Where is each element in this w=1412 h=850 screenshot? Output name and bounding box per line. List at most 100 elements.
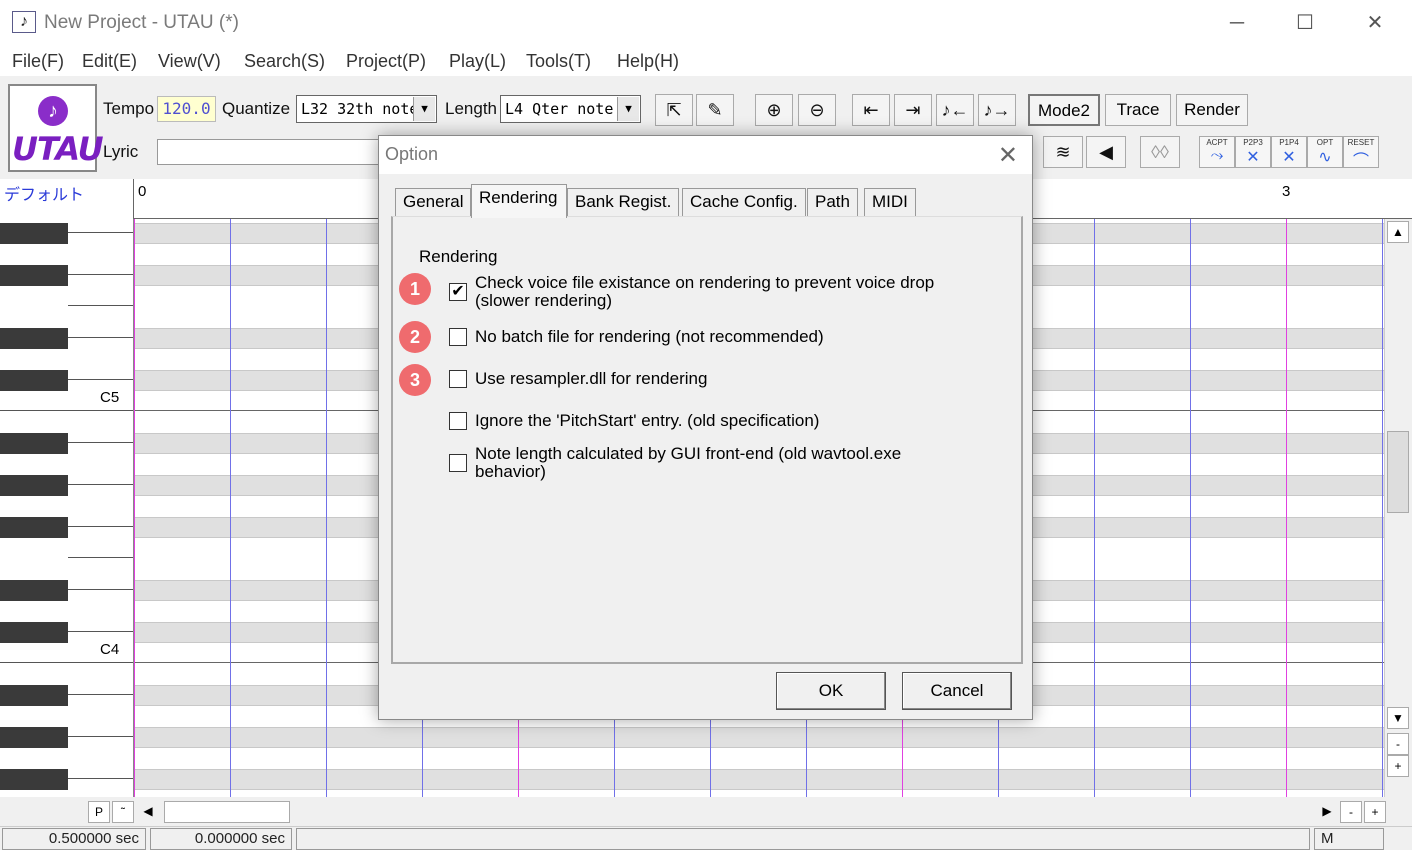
zoom-in-horizontal-button[interactable]: + bbox=[1364, 801, 1386, 823]
black-key[interactable] bbox=[0, 328, 68, 349]
opt-button[interactable]: OPT ∿ bbox=[1307, 136, 1343, 168]
use-resampler-label: Use resampler.dll for rendering bbox=[475, 369, 708, 388]
key-divider bbox=[68, 337, 133, 338]
black-key[interactable] bbox=[0, 475, 68, 496]
black-key[interactable] bbox=[0, 580, 68, 601]
key-divider bbox=[0, 410, 133, 411]
menu-bar: File(F) Edit(E) View(V) Search(S) Projec… bbox=[0, 46, 1412, 76]
vibrato-button[interactable]: ≋ bbox=[1043, 136, 1083, 168]
p1p4-label: P1P4 bbox=[1279, 138, 1299, 147]
menu-search[interactable]: Search(S) bbox=[244, 51, 325, 72]
minimize-button[interactable]: ─ bbox=[1214, 8, 1260, 38]
key-divider bbox=[68, 736, 133, 737]
p1p4-button[interactable]: P1P4 ✕ bbox=[1271, 136, 1307, 168]
tab-bank-regist[interactable]: Bank Regist. bbox=[567, 188, 680, 216]
reset-button[interactable]: RESET ⌒ bbox=[1343, 136, 1379, 170]
tab-rendering[interactable]: Rendering bbox=[471, 184, 567, 218]
speaker-button[interactable]: ◀ bbox=[1086, 136, 1126, 168]
black-key[interactable] bbox=[0, 517, 68, 538]
ok-button[interactable]: OK bbox=[776, 672, 886, 710]
prev-note-button[interactable]: ♪← bbox=[936, 94, 974, 126]
tab-path[interactable]: Path bbox=[807, 188, 858, 216]
key-divider bbox=[68, 305, 133, 306]
key-divider bbox=[68, 274, 133, 275]
black-key[interactable] bbox=[0, 685, 68, 706]
note-length-gui-checkbox[interactable] bbox=[449, 454, 467, 472]
key-label-c5: C5 bbox=[100, 389, 120, 406]
menu-file[interactable]: File(F) bbox=[12, 51, 64, 72]
key-divider bbox=[68, 379, 133, 380]
measure-label: 0 bbox=[138, 183, 147, 200]
lyric-input[interactable] bbox=[157, 139, 382, 165]
scroll-down-icon[interactable]: ▼ bbox=[1387, 707, 1409, 729]
tab-general[interactable]: General bbox=[395, 188, 472, 216]
key-divider bbox=[68, 526, 133, 527]
scroll-left-icon[interactable]: ◀ bbox=[137, 801, 159, 823]
black-key[interactable] bbox=[0, 769, 68, 790]
rendering-tab-panel: Rendering 1 ✔ Check voice file existance… bbox=[391, 216, 1023, 664]
key-label-c4: C4 bbox=[100, 641, 120, 658]
maximize-button[interactable]: ☐ bbox=[1282, 8, 1328, 38]
vertical-scrollbar[interactable]: ▲ ▼ - + bbox=[1384, 219, 1412, 797]
menu-edit[interactable]: Edit(E) bbox=[82, 51, 137, 72]
tab-cache-config[interactable]: Cache Config. bbox=[682, 188, 806, 216]
trace-button[interactable]: Trace bbox=[1105, 94, 1171, 126]
acpt-button[interactable]: ACPT ⤳ bbox=[1199, 136, 1235, 168]
quantize-select[interactable]: L32 32th note ▼ bbox=[296, 95, 437, 123]
zoom-in-button[interactable]: ⊕ bbox=[755, 94, 793, 126]
close-icon[interactable]: ✕ bbox=[998, 141, 1018, 170]
tilde-button[interactable]: ˜ bbox=[112, 801, 134, 823]
check-voice-file-checkbox[interactable]: ✔ bbox=[449, 283, 467, 301]
render-button[interactable]: Render bbox=[1176, 94, 1248, 126]
tab-midi[interactable]: MIDI bbox=[864, 188, 916, 216]
black-key[interactable] bbox=[0, 622, 68, 643]
black-key[interactable] bbox=[0, 223, 68, 244]
zoom-out-vertical-button[interactable]: - bbox=[1387, 733, 1409, 755]
no-batch-file-checkbox[interactable] bbox=[449, 328, 467, 346]
zoom-in-vertical-button[interactable]: + bbox=[1387, 755, 1409, 777]
piano-keys[interactable]: C5 C4 bbox=[0, 219, 134, 797]
close-window-button[interactable]: ✕ bbox=[1352, 8, 1398, 38]
p2p3-button[interactable]: P2P3 ✕ bbox=[1235, 136, 1271, 168]
envelope-button[interactable]: ◊◊ bbox=[1140, 136, 1180, 168]
zoom-out-button[interactable]: ⊖ bbox=[798, 94, 836, 126]
menu-tools[interactable]: Tools(T) bbox=[526, 51, 591, 72]
go-end-button[interactable]: ⇥ bbox=[894, 94, 932, 126]
zoom-out-horizontal-button[interactable]: - bbox=[1340, 801, 1362, 823]
mode2-button[interactable]: Mode2 bbox=[1028, 94, 1100, 126]
menu-help[interactable]: Help(H) bbox=[617, 51, 679, 72]
ignore-pitchstart-checkbox[interactable] bbox=[449, 412, 467, 430]
p-button[interactable]: P bbox=[88, 801, 110, 823]
status-message bbox=[296, 828, 1310, 850]
use-resampler-checkbox[interactable] bbox=[449, 370, 467, 388]
horizontal-scrollbar[interactable]: ◀ ▶ - + bbox=[134, 799, 1412, 825]
accept-icon: ⤳ bbox=[1210, 147, 1224, 164]
menu-project[interactable]: Project(P) bbox=[346, 51, 426, 72]
wave-icon: ≋ bbox=[1055, 142, 1071, 162]
beat-gridline bbox=[1094, 219, 1095, 797]
select-arrow-button[interactable]: ⇱ bbox=[655, 94, 693, 126]
scroll-up-icon[interactable]: ▲ bbox=[1387, 221, 1409, 243]
cancel-button[interactable]: Cancel bbox=[902, 672, 1012, 710]
skip-start-icon: ⇤ bbox=[863, 100, 879, 120]
pencil-button[interactable]: ✎ bbox=[696, 94, 734, 126]
menu-view[interactable]: View(V) bbox=[158, 51, 221, 72]
black-key[interactable] bbox=[0, 265, 68, 286]
black-key[interactable] bbox=[0, 727, 68, 748]
scroll-right-icon[interactable]: ▶ bbox=[1316, 801, 1338, 823]
length-select[interactable]: L4 Qter note ▼ bbox=[500, 95, 641, 123]
scroll-thumb[interactable] bbox=[164, 801, 290, 823]
scroll-thumb[interactable] bbox=[1387, 431, 1409, 513]
menu-play[interactable]: Play(L) bbox=[449, 51, 506, 72]
speaker-icon: ◀ bbox=[1099, 142, 1113, 162]
chevron-down-icon: ▼ bbox=[413, 97, 435, 121]
track-name[interactable]: デフォルト bbox=[0, 179, 134, 219]
go-start-button[interactable]: ⇤ bbox=[852, 94, 890, 126]
black-key[interactable] bbox=[0, 370, 68, 391]
measure-gridline bbox=[134, 219, 135, 797]
next-note-button[interactable]: ♪→ bbox=[978, 94, 1016, 126]
tempo-input[interactable]: 120.0 bbox=[157, 96, 216, 122]
measure-gridline bbox=[1286, 219, 1287, 797]
quantize-label: Quantize bbox=[222, 99, 291, 118]
black-key[interactable] bbox=[0, 433, 68, 454]
